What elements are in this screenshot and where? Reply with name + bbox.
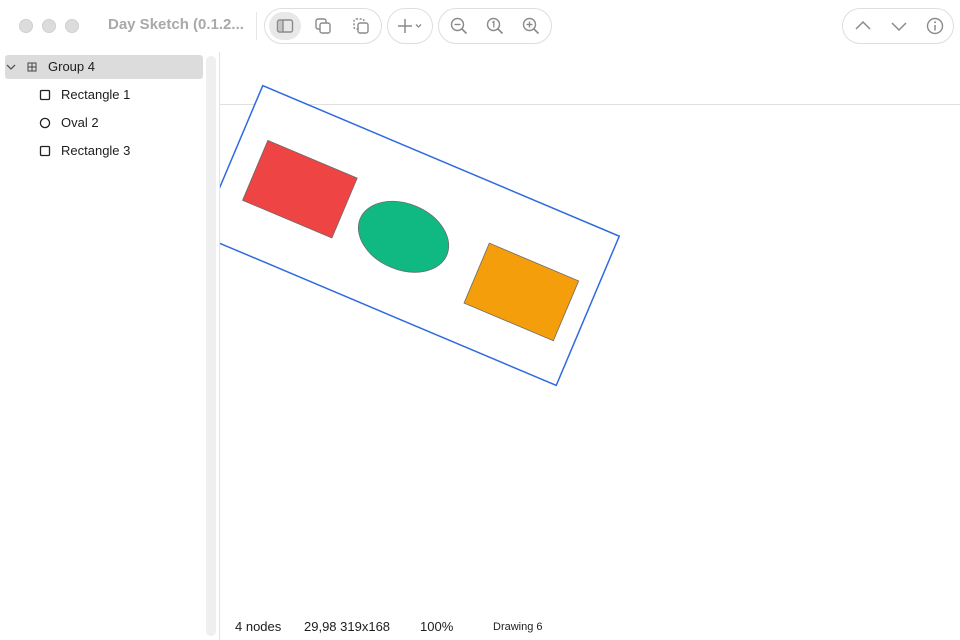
sidebar-icon [276, 19, 294, 33]
zoom-actual-button[interactable] [479, 12, 511, 40]
outline-item-rectangle-3[interactable]: Rectangle 3 [5, 139, 203, 163]
selection-geometry: 29,98 319x168 [304, 619, 391, 634]
layers-sidebar: Group 4 Rectangle 1 Oval 2 Rectangle 3 [0, 52, 220, 640]
info-icon [926, 17, 944, 35]
chevron-down-icon [891, 22, 907, 32]
disclosure-chevron-icon[interactable] [5, 61, 17, 73]
info-button[interactable] [919, 12, 951, 40]
oval-icon [39, 117, 51, 129]
group-icon [27, 62, 37, 72]
outline-item-rectangle-1[interactable]: Rectangle 1 [5, 83, 203, 107]
zoom-actual-icon [486, 17, 504, 35]
duplicate-button[interactable] [307, 12, 339, 40]
navigation-button-group [842, 8, 954, 44]
zoom-button-group [438, 8, 552, 44]
add-shape-button[interactable] [392, 12, 428, 40]
outline-item-label: Rectangle 1 [61, 87, 131, 102]
add-button-group [387, 8, 433, 44]
outline-item-label: Rectangle 3 [61, 143, 131, 158]
zoom-level: 100% [420, 619, 454, 634]
rectangle-icon [39, 145, 51, 157]
toolbar-divider [256, 12, 257, 40]
view-button-group [264, 8, 382, 44]
zoom-in-button[interactable] [515, 12, 547, 40]
copy-style-icon [353, 18, 369, 34]
outline-item-group-4[interactable]: Group 4 [5, 55, 203, 79]
rectangle-icon [39, 89, 51, 101]
status-bar: 4 nodes 29,98 319x168 100% Drawing 6 [220, 612, 960, 640]
zoom-window-button[interactable] [65, 19, 79, 33]
window-title: Day Sketch (0.1.2... [108, 16, 244, 33]
duplicate-icon [315, 18, 331, 34]
zoom-out-icon [450, 17, 468, 35]
document-name: Drawing 6 [493, 621, 543, 633]
plus-icon [398, 19, 422, 33]
drawing-canvas[interactable] [220, 52, 960, 612]
zoom-in-icon [522, 17, 540, 35]
minimize-window-button[interactable] [42, 19, 56, 33]
canvas-drawing[interactable] [220, 52, 960, 612]
toolbar: Day Sketch (0.1.2... [0, 0, 960, 52]
zoom-out-button[interactable] [443, 12, 475, 40]
outline-item-label: Group 4 [48, 59, 95, 74]
outline-item-label: Oval 2 [61, 115, 99, 130]
node-count: 4 nodes [235, 619, 282, 634]
chevron-up-icon [855, 20, 871, 30]
toggle-sidebar-button[interactable] [269, 12, 301, 40]
copy-style-button[interactable] [345, 12, 377, 40]
next-button[interactable] [883, 12, 915, 40]
outline-item-oval-2[interactable]: Oval 2 [5, 111, 203, 135]
sidebar-scrollbar[interactable] [206, 56, 216, 636]
previous-button[interactable] [847, 12, 879, 40]
close-window-button[interactable] [19, 19, 33, 33]
